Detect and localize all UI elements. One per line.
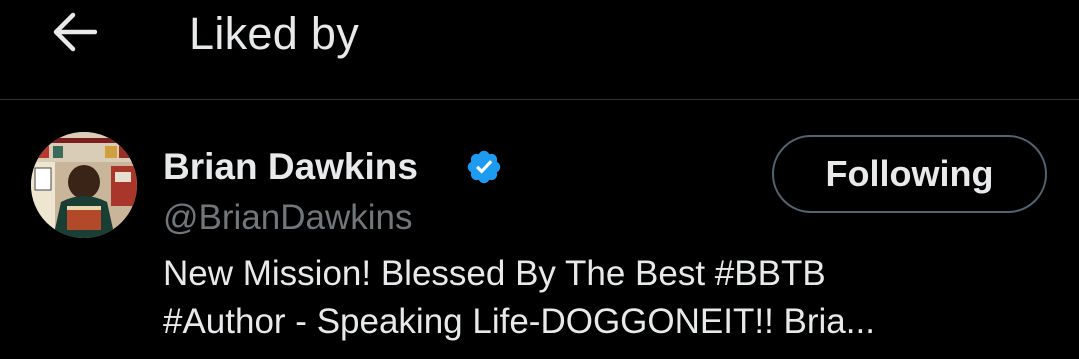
bio-line: New Mission! Blessed By The Best #BBTB [163,254,826,293]
user-name[interactable]: Brian Dawkins [163,143,418,191]
back-button[interactable] [44,4,104,60]
user-bio: New Mission! Blessed By The Best #BBTB #… [163,250,1033,346]
arrow-left-icon [53,12,97,52]
following-button[interactable]: Following [772,135,1047,213]
verified-badge-icon [467,150,501,184]
avatar[interactable] [31,132,137,238]
page-title: Liked by [189,8,360,59]
user-handle[interactable]: @BrianDawkins [163,194,413,242]
top-bar: Liked by [0,0,1079,100]
bio-line: #Author - Speaking Life-DOGGONEIT!! Bria… [163,302,875,341]
